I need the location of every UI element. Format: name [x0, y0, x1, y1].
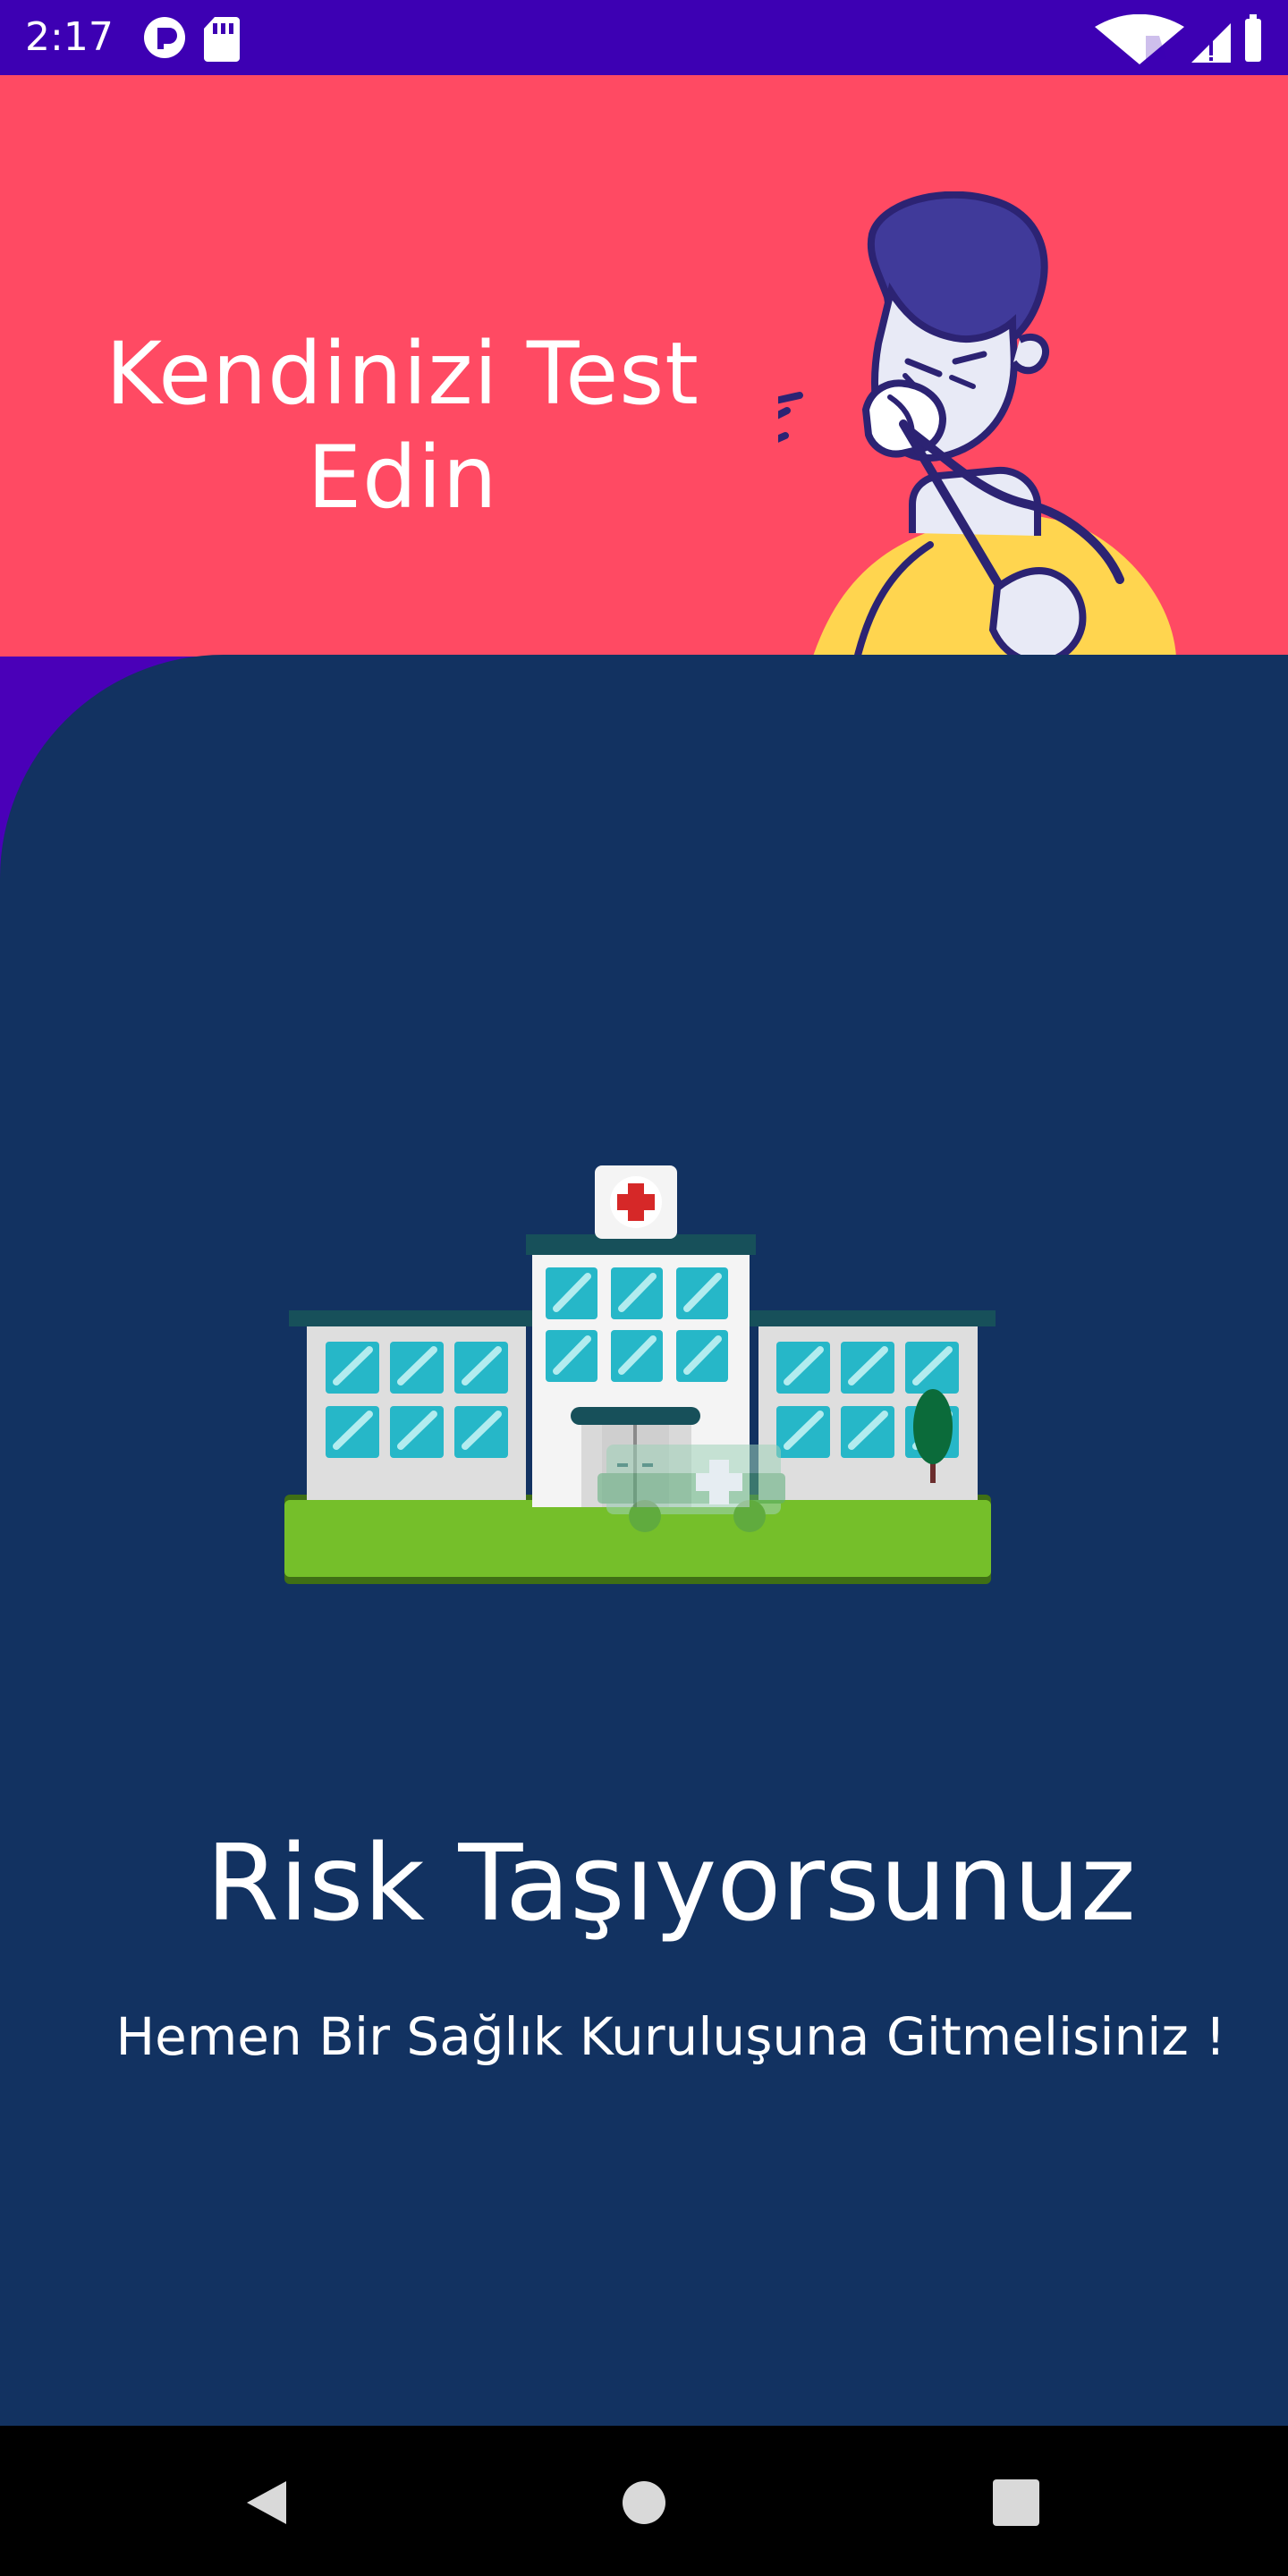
status-left-icons — [143, 14, 250, 66]
signal-icon — [1191, 23, 1231, 63]
navigation-bar — [0, 2426, 1288, 2576]
coughing-person-illustration — [778, 191, 1181, 732]
header-banner: Kendinizi Test Edin — [0, 75, 1288, 732]
result-subtitle: Hemen Bir Sağlık Kuruluşuna Gitmelisiniz… — [115, 2006, 1226, 2067]
home-icon[interactable] — [606, 2465, 682, 2540]
wifi-icon — [1095, 13, 1184, 64]
status-notification-icons — [144, 17, 240, 62]
status-time: 2:17 — [25, 14, 114, 60]
header-title: Kendinizi Test Edin — [106, 324, 699, 528]
sd-card-icon — [204, 17, 240, 62]
status-right-icons — [1095, 13, 1265, 68]
status-bar: 2:17 — [0, 0, 1288, 75]
result-title: Risk Taşıyorsunuz — [206, 1821, 1136, 1945]
battery-icon — [1245, 14, 1261, 62]
hospital-illustration — [284, 1165, 996, 1584]
app-notification-icon — [144, 17, 185, 58]
recents-icon[interactable] — [979, 2465, 1054, 2540]
status-system-icons — [1095, 13, 1261, 64]
back-icon[interactable] — [231, 2465, 306, 2540]
